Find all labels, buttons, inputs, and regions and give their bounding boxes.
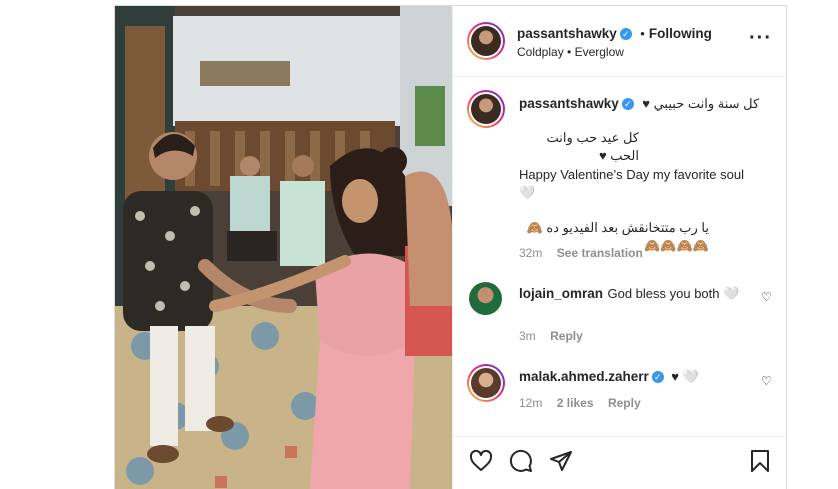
comment-time: 12m [519,396,543,410]
author-avatar[interactable] [467,22,505,60]
verified-badge-icon: ✓ [621,97,634,110]
post-video[interactable] [115,6,452,489]
separator-dot: • [640,26,645,41]
following-button[interactable]: Following [649,26,712,41]
video-frame [115,6,452,489]
caption-time: 32m [519,246,543,260]
comment-icon[interactable] [509,449,533,479]
bookmark-icon[interactable] [749,449,771,479]
comment-username[interactable]: lojain_omran [519,286,603,301]
comment-likes[interactable]: 2 likes [557,396,594,410]
comment-time: 3m [519,329,536,343]
post-header: passantshawky ✓ • Following Coldplay • Eve… [453,6,786,77]
caption-username[interactable]: passantshawky [519,96,619,111]
caption-line-3: Happy Valentine’s Day my favorite soul 🤍 [519,167,744,200]
comment-text: God bless you both 🤍 [607,286,740,301]
commenter-avatar[interactable] [469,282,502,315]
caption-avatar[interactable] [467,90,505,128]
caption-line-2: كل عيد حب وانت الحب ♥ [546,130,639,163]
caption-line-1: كل سنة وانت حبيبي ♥ [642,96,760,111]
reply-button[interactable]: Reply [550,329,583,343]
like-comment-heart-icon[interactable]: ♡ [761,290,772,304]
author-username[interactable]: passantshawky [517,26,617,41]
audio-track[interactable]: Coldplay • Everglow [517,45,624,59]
commenter-avatar[interactable] [467,364,505,402]
post-actions-bar [453,436,786,489]
post-modal: passantshawky ✓ • Following Coldplay • Eve… [114,5,787,489]
see-translation-link[interactable]: See translation [557,246,643,260]
more-options-icon[interactable]: ··· [749,28,772,48]
comment-username[interactable]: malak.ahmed.zaherr [519,369,649,384]
share-icon[interactable] [549,449,573,479]
verified-badge-icon: ✓ [619,27,632,40]
verified-badge-icon: ✓ [651,370,664,383]
comment-text: ♥ 🤍 [671,369,699,384]
post-side-panel: passantshawky ✓ • Following Coldplay • Eve… [452,6,786,489]
like-comment-heart-icon[interactable]: ♡ [761,374,772,388]
heart-icon[interactable] [469,449,493,479]
reply-button[interactable]: Reply [608,396,641,410]
